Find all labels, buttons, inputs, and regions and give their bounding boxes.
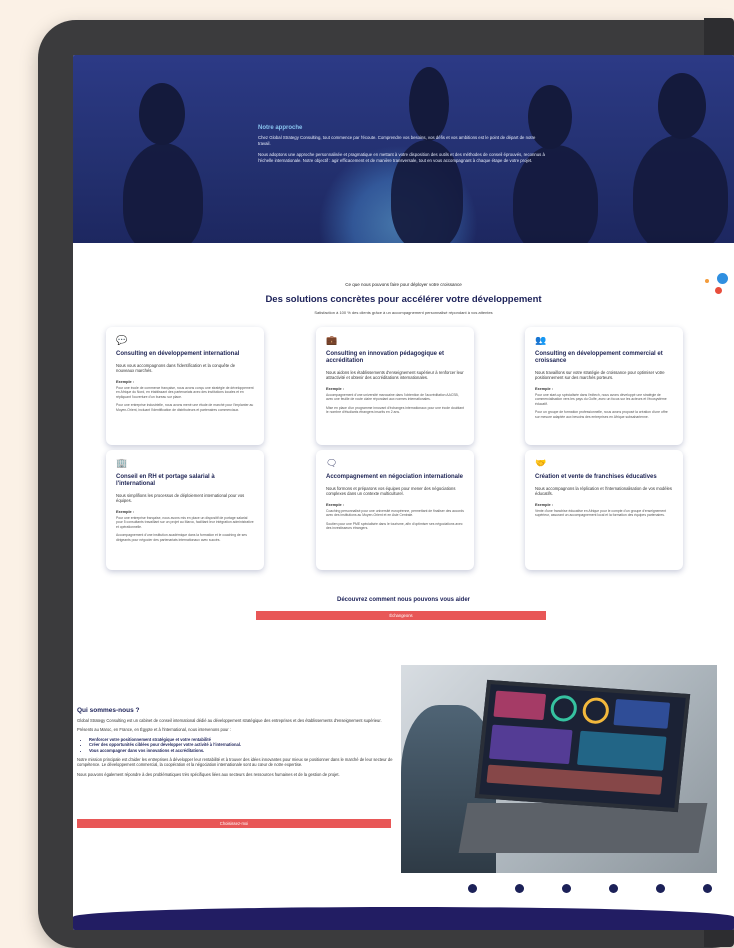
- carousel-dot[interactable]: [609, 884, 618, 893]
- carousel-dot[interactable]: [515, 884, 524, 893]
- service-card-pedagogy[interactable]: 💼 Consulting en innovation pédagogique e…: [316, 327, 474, 445]
- dashboard-area-chart: [489, 724, 573, 765]
- card-title: Conseil en RH et portage salarial à l'in…: [116, 474, 215, 487]
- who-bullet: Vous accompagner dans vos innovations et…: [89, 748, 395, 753]
- dashboard-chart-blue: [613, 698, 671, 729]
- card-example-1: Vente d'une franchise éducative en Afriq…: [535, 508, 667, 518]
- service-card-hr[interactable]: 🏢 Conseil en RH et portage salarial à l'…: [106, 450, 264, 570]
- service-card-international[interactable]: 💬 Consulting en développement internatio…: [106, 327, 264, 445]
- card-example-2: Pour un groupe de formation professionne…: [535, 410, 668, 419]
- card-description: Nous formons et préparons vos équipes po…: [326, 486, 456, 497]
- dot-orange: [705, 279, 709, 283]
- footer-wave: [73, 907, 734, 930]
- carousel-dot[interactable]: [468, 884, 477, 893]
- card-example-2: Soutien pour une PME spécialisée dans le…: [326, 521, 463, 531]
- hero-text-block: Notre approche Chez Global Strategy Cons…: [258, 125, 548, 169]
- handshake-icon: 🤝: [535, 458, 547, 468]
- carousel-dot[interactable]: [656, 884, 665, 893]
- who-paragraph-3: Notre mission principale est d'aider les…: [77, 757, 393, 768]
- card-example-label: Exemple :: [326, 502, 344, 507]
- carousel-dot[interactable]: [562, 884, 571, 893]
- who-paragraph-1: Global Strategy Consulting est un cabine…: [77, 718, 382, 723]
- carousel-dot[interactable]: [703, 884, 712, 893]
- silhouette-left: [123, 143, 203, 243]
- who-bullet-list: Renforcer votre positionnement stratégiq…: [77, 737, 395, 753]
- card-description: Nous vous accompagnons dans l'identifica…: [116, 363, 236, 374]
- cta-title: Découvrez comment nous pouvons vous aide…: [336, 597, 471, 603]
- card-example-1: Pour une entreprise française, nous avon…: [116, 515, 254, 529]
- card-description: Nous aidons les établissements d'enseign…: [326, 370, 464, 381]
- hero-paragraph-1: Chez Global Strategy Consulting, tout co…: [258, 135, 536, 146]
- webpage-screen: Notre approche Chez Global Strategy Cons…: [73, 55, 734, 930]
- silhouette-far-right-head: [658, 73, 706, 139]
- card-title: Consulting en développement internationa…: [116, 351, 240, 357]
- service-card-franchise[interactable]: 🤝 Création et vente de franchises éducat…: [525, 450, 683, 570]
- card-example-2: Pour une entreprise industrielle, nous a…: [116, 403, 254, 412]
- card-title: Accompagnement en négociation internatio…: [326, 474, 464, 480]
- dashboard-chart-pink: [493, 690, 547, 721]
- choose-button[interactable]: Choisissez-moi: [77, 819, 391, 828]
- dashboard-bar-strip: [486, 764, 663, 795]
- hero-title: Notre approche: [258, 125, 303, 131]
- card-title: Consulting en développement commercial e…: [535, 351, 663, 364]
- card-example-2: Mise en place d'un programme innovant d'…: [326, 405, 464, 415]
- card-title: Création et vente de franchises éducativ…: [535, 474, 657, 480]
- silhouette-left-head: [139, 83, 185, 145]
- who-text-block: Global Strategy Consulting est un cabine…: [77, 718, 395, 781]
- card-example-1: Accompagnement d'une université marocain…: [326, 392, 459, 402]
- briefcase-icon: 💼: [326, 335, 338, 345]
- card-example-label: Exemple :: [535, 502, 553, 507]
- card-example-label: Exemple :: [116, 379, 134, 384]
- card-title: Consulting en innovation pédagogique et …: [326, 351, 444, 364]
- laptop-dashboard-screen: [474, 679, 691, 813]
- card-description: Nous simplifions les processus de déploi…: [116, 493, 245, 504]
- dot-red: [715, 287, 722, 294]
- users-icon: 👥: [535, 335, 547, 345]
- dashboard-map: [577, 730, 667, 771]
- card-description: Nous accompagnons la réplication et l'in…: [535, 486, 672, 497]
- services-title: Des solutions concrètes pour accélérer v…: [265, 294, 542, 305]
- service-card-negotiation[interactable]: 🗨 Accompagnement en négociation internat…: [316, 450, 474, 570]
- card-example-label: Exemple :: [116, 509, 134, 514]
- who-paragraph-4: Nous pouvons également répondre à des pr…: [77, 771, 340, 777]
- card-example-label: Exemple :: [326, 386, 344, 391]
- laptop-photo: [401, 665, 717, 873]
- services-kicker: Ce que nous pouvons faire pour déployer …: [345, 282, 462, 287]
- card-example-label: Exemple :: [535, 386, 553, 391]
- dashboard-gauge-2: [581, 696, 611, 725]
- hero-section: Notre approche Chez Global Strategy Cons…: [73, 55, 734, 243]
- building-icon: 🏢: [116, 458, 128, 468]
- card-example-2: Accompagnement d'une institution académi…: [116, 533, 247, 542]
- dot-blue: [717, 273, 728, 284]
- silhouette-far-right: [633, 135, 728, 243]
- who-title: Qui sommes-nous ?: [77, 707, 140, 714]
- hero-paragraph-2: Nous adoptons une approche personnalisée…: [258, 152, 545, 163]
- chat-bubble-icon: 💬: [116, 335, 128, 345]
- card-description: Nous travaillons sur votre stratégie de …: [535, 370, 665, 381]
- card-example-1: Pour une start-up spécialisée dans l'edt…: [535, 392, 667, 406]
- comments-icon: 🗨: [326, 458, 338, 468]
- service-card-commercial[interactable]: 👥 Consulting en développement commercial…: [525, 327, 683, 445]
- dashboard-gauge-1: [549, 694, 579, 723]
- card-example-1: Coaching personnalisé pour une universit…: [326, 508, 464, 518]
- card-example-1: Pour une école de commerce française, no…: [116, 385, 254, 399]
- services-subtitle: Satisfaction à 100 % des clients grâce à…: [314, 310, 493, 315]
- exchange-button[interactable]: Échangeons: [256, 611, 546, 620]
- who-paragraph-2: Présents au Maroc, en France, en Égypte …: [77, 727, 231, 733]
